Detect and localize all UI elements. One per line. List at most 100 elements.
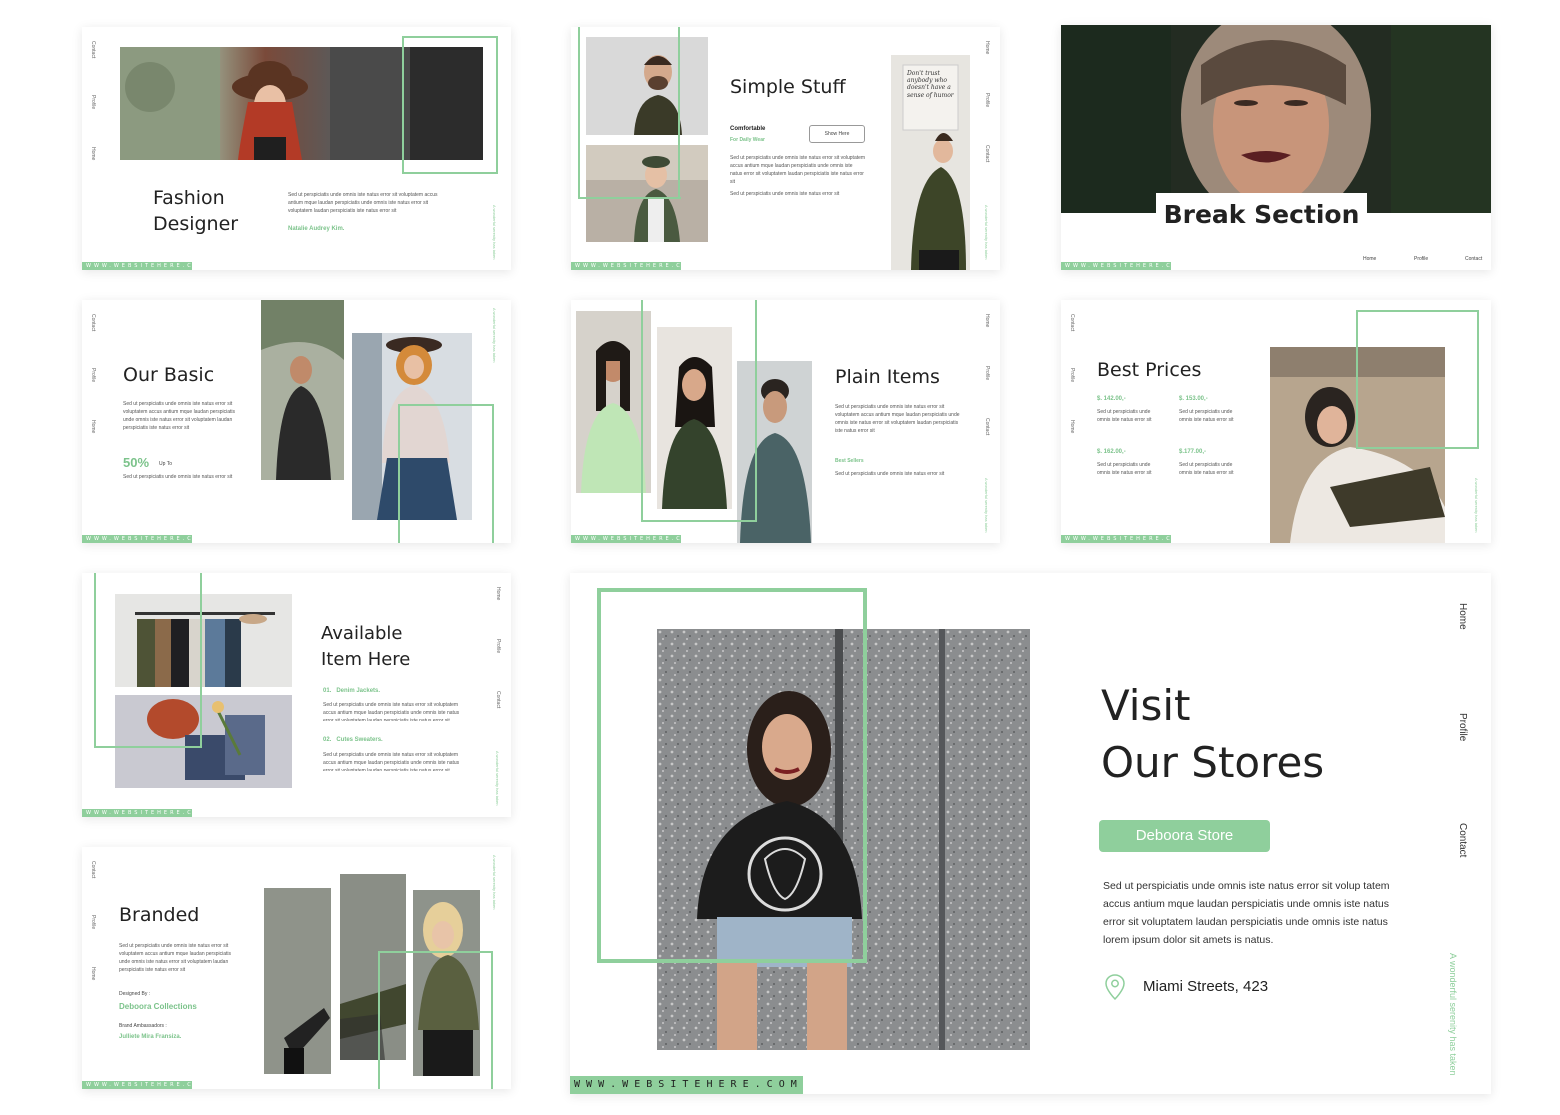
nav-home[interactable]: Home	[984, 314, 990, 327]
website-bar[interactable]: WWW.WEBSITEHERE.COM	[82, 809, 205, 817]
tagline-vertical: A wonderful serenity has taken	[1448, 953, 1458, 1076]
price-2-desc: Sed ut perspiciatis unde omnis iste natu…	[1179, 409, 1234, 423]
body-text: Sed ut perspiciatis unde omnis iste natu…	[288, 192, 438, 214]
photo-wall-left	[264, 888, 331, 1074]
body-text-2: Sed ut perspiciatis unde omnis iste natu…	[835, 471, 945, 477]
upto-label: Up To	[159, 461, 172, 467]
nav-profile[interactable]: Profile	[984, 366, 990, 380]
photo-woman-braids	[576, 311, 651, 493]
body-text-small: Sed ut perspiciatis unde omnis iste natu…	[123, 474, 233, 480]
item-2-desc: Sed ut perspiciatis unde omnis iste natu…	[323, 752, 460, 771]
slide-fashion-designer: Contact Profile Home Fashion Designer Se…	[82, 27, 511, 270]
nav-profile[interactable]: Profile	[90, 368, 96, 382]
website-bar[interactable]: WWW.WEBSITEHERE.COM	[571, 262, 694, 270]
website-bar[interactable]: WWW.WEBSITEHERE.COM	[571, 535, 694, 543]
tagline-vertical: A wonderful serenity has taken	[492, 308, 497, 363]
body-text: Sed ut perspiciatis unde omnis iste natu…	[835, 404, 960, 434]
slide-title: Best Prices	[1097, 359, 1202, 381]
nav-contact[interactable]: Contact	[984, 145, 990, 162]
nav-home[interactable]: Home	[90, 967, 96, 980]
nav-home[interactable]: Home	[495, 587, 501, 600]
store-description: Sed ut perspiciatis unde omnis iste natu…	[1103, 880, 1390, 946]
tagline-vertical: A wonderful serenity has taken	[492, 205, 497, 260]
item-1: 01. Denim Jackets.	[323, 688, 381, 694]
deboora-store-button[interactable]: Deboora Store	[1099, 820, 1270, 852]
website-bar[interactable]: WWW.WEBSITEHERE.COM	[1061, 535, 1184, 543]
green-line	[641, 300, 643, 522]
body-text: Sed ut perspiciatis unde omnis iste natu…	[119, 943, 232, 973]
slide-title: Our Basic	[123, 364, 215, 386]
photo-woman-freckles	[1061, 25, 1491, 213]
slide-title: Branded	[119, 904, 200, 926]
nav-profile[interactable]: Profile	[90, 915, 96, 929]
green-line	[491, 951, 493, 1089]
body-text: Sed ut perspiciatis unde omnis iste natu…	[123, 401, 236, 431]
subtitle-green: For Daily Wear	[730, 137, 765, 143]
green-line	[94, 573, 96, 748]
nav-contact[interactable]: Contact	[495, 691, 501, 708]
nav-profile[interactable]: Profile	[1457, 713, 1468, 741]
green-line	[94, 746, 202, 748]
break-title-box: Break Section	[1156, 193, 1367, 235]
slide-branded: Contact Profile Home Branded Sed ut pers…	[82, 847, 511, 1089]
green-line	[398, 404, 494, 406]
title-line-2: Our Stores	[1101, 738, 1325, 787]
nav-profile[interactable]: Profile	[495, 639, 501, 653]
website-bar[interactable]: W W W . W E B S I T E H E R E . C O M	[570, 1076, 803, 1094]
nav-home[interactable]: Home	[90, 420, 96, 433]
slide-title: Simple Stuff	[730, 76, 846, 98]
author-name: Natalie Audrey Kim.	[288, 226, 345, 232]
photo-woman-blonde	[413, 890, 480, 1076]
item-1-desc: Sed ut perspiciatis unde omnis iste natu…	[323, 702, 460, 721]
nav-home[interactable]: Home	[984, 41, 990, 54]
nav-home[interactable]: Home	[1069, 420, 1075, 433]
title-line-2: Item Here	[321, 649, 411, 670]
designer-name: Deboora Collections	[119, 1002, 197, 1011]
slide-title: Break Section	[1163, 200, 1360, 229]
subtitle: Comfortable	[730, 126, 766, 132]
website-bar[interactable]: WWW.WEBSITEHERE.COM	[82, 1081, 205, 1089]
website-bar[interactable]: WWW.WEBSITEHERE.COM	[82, 535, 205, 543]
nav-profile[interactable]: Profile	[984, 93, 990, 107]
nav-profile[interactable]: Profile	[90, 95, 96, 109]
slide-title: Plain Items	[835, 366, 940, 388]
green-line	[398, 404, 400, 543]
nav-home[interactable]: Home	[1363, 256, 1376, 262]
title-line-2: Designer	[153, 213, 239, 235]
photo-woman-jacket	[657, 327, 732, 509]
nav-profile[interactable]: Profile	[1414, 256, 1428, 262]
green-line	[678, 27, 680, 199]
nav-contact[interactable]: Contact	[1457, 823, 1468, 857]
nav-contact[interactable]: Contact	[1465, 256, 1482, 262]
store-address: Miami Streets, 423	[1143, 978, 1269, 995]
green-line	[200, 573, 202, 748]
green-line	[378, 951, 380, 1089]
website-bar[interactable]: WWW.WEBSITEHERE.COM	[1061, 262, 1184, 270]
price-1-desc: Sed ut perspiciatis unde omnis iste natu…	[1097, 409, 1152, 423]
nav-contact[interactable]: Contact	[90, 41, 96, 58]
slide-best-prices: Contact Profile Home Best Prices $. 142.…	[1061, 300, 1491, 543]
nav-contact[interactable]: Contact	[1069, 314, 1075, 331]
price-1: $. 142.00,-	[1097, 396, 1126, 402]
nav-contact[interactable]: Contact	[984, 418, 990, 435]
website-bar[interactable]: WWW.WEBSITEHERE.COM	[82, 262, 205, 270]
photo-woman-sign: Don't trust anybody who doesn't have a s…	[891, 55, 970, 270]
price-3-desc: Sed ut perspiciatis unde omnis iste natu…	[1097, 462, 1152, 476]
nav-contact[interactable]: Contact	[90, 861, 96, 878]
slide-visit-our-stores: Visit Our Stores Deboora Store Sed ut pe…	[570, 573, 1491, 1094]
slide-available-item: Available Item Here 01. Denim Jackets. S…	[82, 573, 511, 817]
green-frame	[1356, 310, 1479, 449]
green-line	[378, 951, 493, 953]
designed-by-label: Designed By :	[119, 991, 151, 997]
photo-woman-orange-hair	[352, 333, 472, 520]
price-2: $. 153.00,-	[1179, 396, 1208, 402]
green-line	[641, 520, 757, 522]
slide-plain-items: Plain Items Sed ut perspiciatis unde omn…	[571, 300, 1000, 543]
nav-home[interactable]: Home	[1457, 603, 1468, 630]
show-here-button[interactable]: Show Here	[809, 125, 865, 143]
best-sellers: Best Sellers	[835, 458, 864, 464]
nav-home[interactable]: Home	[90, 147, 96, 160]
nav-profile[interactable]: Profile	[1069, 368, 1075, 382]
nav-contact[interactable]: Contact	[90, 314, 96, 331]
photo-folded-clothes	[115, 695, 292, 788]
